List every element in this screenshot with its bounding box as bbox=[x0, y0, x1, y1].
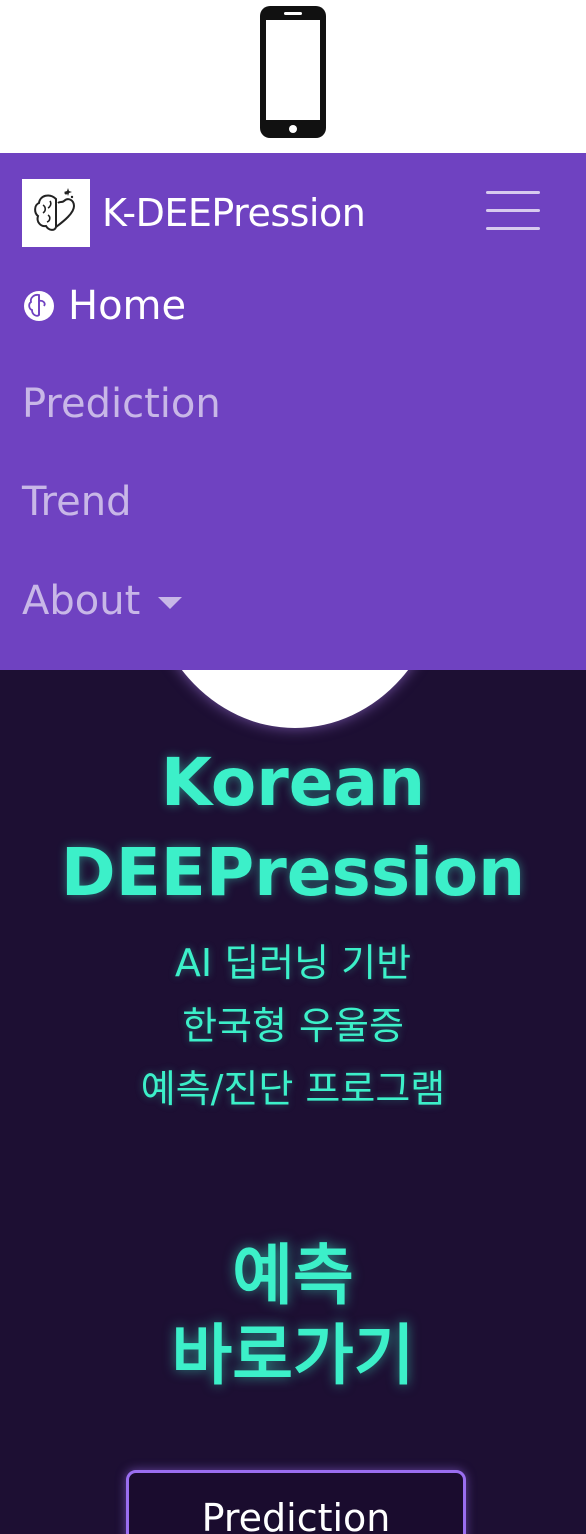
hero-subtitle-line: 한국형 우울증 bbox=[182, 1004, 404, 1048]
nav-item-about-label: About bbox=[22, 578, 141, 624]
nav-item-home[interactable]: Home bbox=[22, 283, 186, 329]
caret-down-icon bbox=[158, 597, 183, 609]
navbar: K-DEEPression Home Prediction Trend Abou… bbox=[0, 153, 586, 670]
hero-title-line1: Korean bbox=[160, 744, 426, 821]
brain-heart-logo-icon bbox=[34, 188, 76, 231]
hero-subtitle: AI 딥러닝 기반 한국형 우울증 예측/진단 프로그램 bbox=[0, 932, 586, 1121]
brand-title: K-DEEPression bbox=[102, 191, 366, 235]
hero-section: Korean DEEPression AI 딥러닝 기반 한국형 우울증 예측/… bbox=[0, 670, 586, 1534]
nav-item-prediction-label: Prediction bbox=[22, 381, 221, 427]
brand-logo bbox=[22, 179, 90, 247]
phone-icon bbox=[260, 6, 326, 138]
shortcut-line1: 예측 bbox=[232, 1237, 354, 1314]
nav-item-about-dropdown[interactable]: About bbox=[22, 578, 183, 624]
hero-subtitle-line: 예측/진단 프로그램 bbox=[140, 1067, 446, 1111]
nav-item-trend[interactable]: Trend bbox=[22, 479, 131, 525]
nav-item-prediction[interactable]: Prediction bbox=[22, 381, 221, 427]
hero-subtitle-line: AI 딥러닝 기반 bbox=[174, 941, 412, 985]
nav-item-trend-label: Trend bbox=[22, 479, 132, 525]
hero-title: Korean DEEPression bbox=[0, 738, 586, 918]
shortcut-line2: 바로가기 bbox=[171, 1317, 415, 1394]
brain-icon bbox=[22, 289, 56, 323]
hamburger-menu-icon bbox=[486, 191, 540, 230]
hero-logo-circle bbox=[145, 670, 445, 728]
nav-item-home-label: Home bbox=[68, 283, 187, 329]
hamburger-menu-button[interactable] bbox=[470, 181, 556, 241]
prediction-button[interactable]: Prediction bbox=[126, 1470, 466, 1534]
device-frame-strip bbox=[0, 0, 586, 153]
hero-title-line2: DEEPression bbox=[60, 834, 526, 911]
brand-link[interactable]: K-DEEPression bbox=[22, 179, 366, 247]
prediction-shortcut-heading: 예측 바로가기 bbox=[0, 1236, 586, 1396]
